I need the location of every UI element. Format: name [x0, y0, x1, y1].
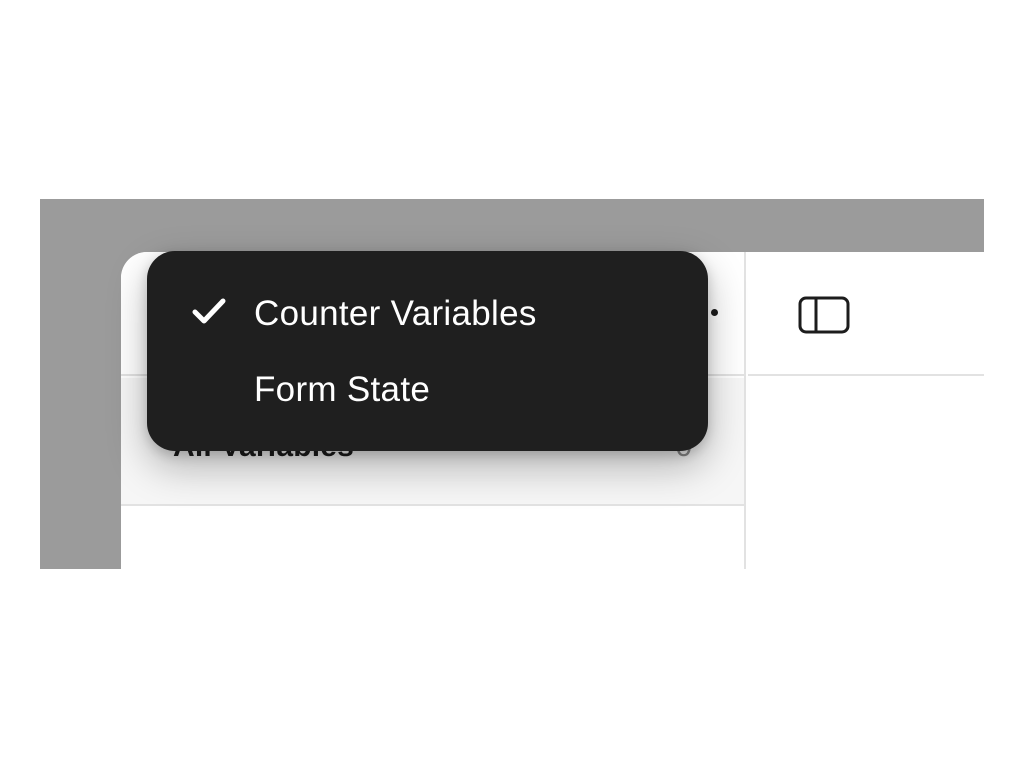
detail-panel	[748, 252, 984, 569]
sidebar-toggle-icon[interactable]	[798, 296, 850, 334]
more-options-icon[interactable]	[711, 309, 718, 316]
detail-panel-header	[748, 252, 984, 376]
menu-item-counter-variables[interactable]: Counter Variables	[147, 275, 708, 351]
collection-dropdown-menu: Counter Variables Form State	[147, 251, 708, 451]
menu-item-label: Form State	[254, 369, 431, 409]
checkmark-icon	[192, 298, 226, 324]
menu-item-label: Counter Variables	[254, 293, 537, 333]
menu-item-form-state[interactable]: Form State	[147, 351, 708, 427]
